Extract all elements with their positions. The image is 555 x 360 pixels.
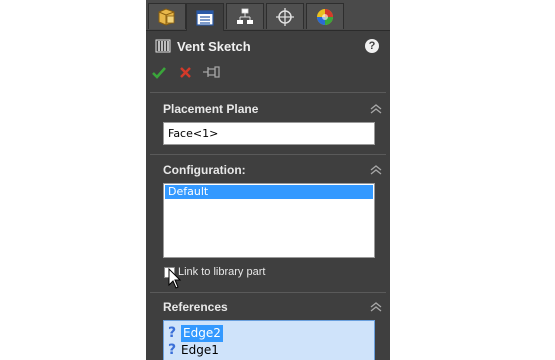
property-manager-icon [196,9,214,26]
references-list[interactable]: ? Edge2 ? Edge1 [163,320,375,360]
vent-feature-icon [155,39,171,53]
help-button[interactable]: ? [365,39,379,53]
display-manager-icon [317,8,333,25]
chevron-up-icon [370,165,382,175]
configuration-title: Configuration: [163,163,246,177]
tab-display-manager[interactable] [306,3,344,29]
tab-configuration-manager[interactable] [226,3,264,29]
collapse-configuration-button[interactable] [369,165,383,175]
section-divider [150,92,386,93]
reference-label: Edge1 [181,343,219,357]
dimxpert-manager-icon [276,7,294,26]
collapse-references-button[interactable] [369,302,383,312]
reference-label: Edge2 [181,325,223,342]
section-divider [150,292,386,293]
tab-dimxpert-manager[interactable] [266,3,304,29]
collapse-placement-plane-button[interactable] [369,104,383,114]
placement-plane-value: Face<1> [168,127,219,140]
question-mark-icon: ? [167,342,177,358]
checkmark-icon [152,67,166,79]
feature-manager-icon [158,7,175,26]
configuration-manager-icon [237,8,253,24]
help-icon: ? [368,40,376,52]
list-item[interactable]: Default [165,185,373,199]
tab-property-manager[interactable] [186,3,224,31]
chevron-up-icon [370,104,382,114]
placement-plane-field[interactable]: Face<1> [163,122,375,145]
tab-feature-manager[interactable] [148,3,186,29]
manager-tabbar [146,0,390,31]
configuration-list[interactable]: Default [163,183,375,258]
placement-plane-title: Placement Plane [163,102,259,116]
mouse-cursor-icon [168,268,182,289]
close-icon [180,67,191,78]
link-library-label: Link to library part [178,266,266,278]
list-item[interactable]: ? Edge1 [164,342,374,359]
property-manager-panel: Vent Sketch ? Placement Plane Face<1> Co… [146,0,390,360]
chevron-up-icon [370,302,382,312]
section-divider [150,154,386,155]
ok-button[interactable] [152,66,166,80]
question-mark-icon: ? [167,325,177,341]
list-item[interactable]: ? Edge2 [164,325,374,342]
panel-title: Vent Sketch [177,39,251,54]
references-title: References [163,300,228,314]
pin-button[interactable] [202,65,222,79]
pushpin-icon [203,66,220,78]
cancel-button[interactable] [179,66,192,79]
